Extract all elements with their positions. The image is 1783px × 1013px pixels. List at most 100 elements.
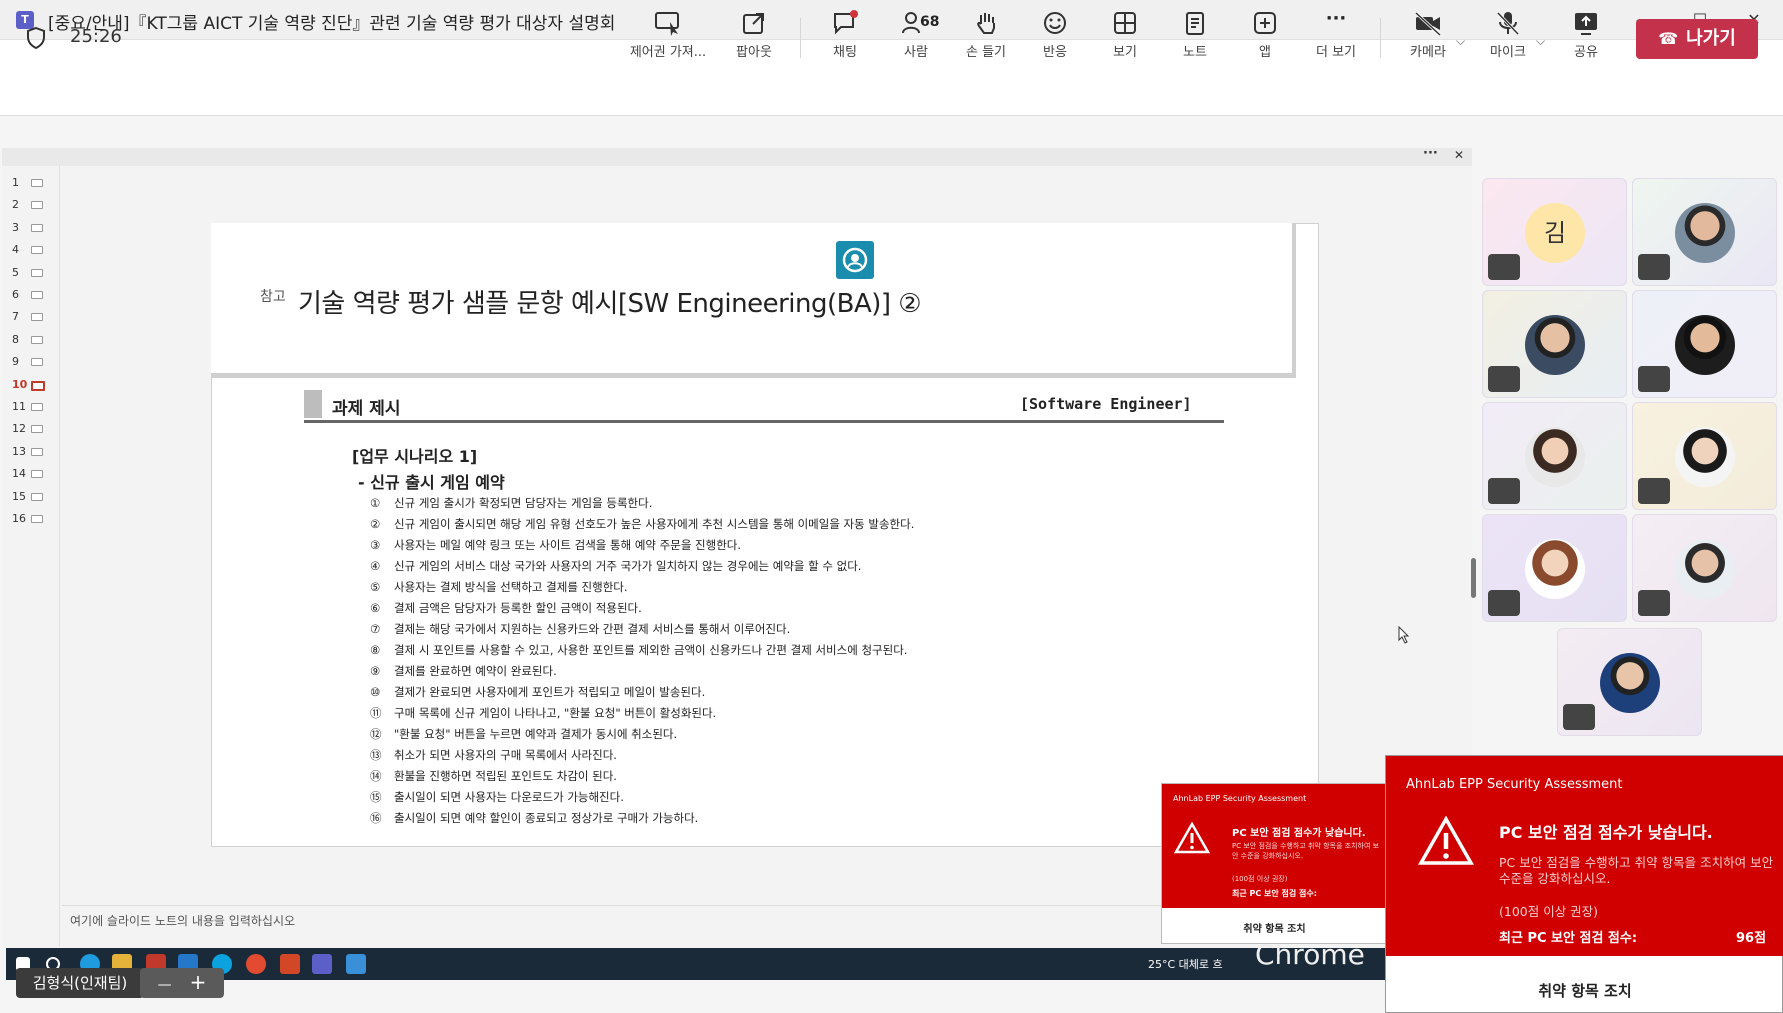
powerpoint-icon <box>280 954 300 974</box>
mic-button[interactable]: 마이크 <box>1482 10 1534 70</box>
people-button[interactable]: 68 사람 <box>886 10 946 70</box>
assessment-logo-icon <box>836 241 874 279</box>
share-button[interactable]: 공유 <box>1566 10 1606 70</box>
step-text: 결제는 해당 국가에서 지원하는 신용카드와 간편 결제 서비스를 통해서 이루… <box>394 622 791 636</box>
popout-label: 팝아웃 <box>736 45 772 60</box>
slide-thumbnail[interactable] <box>31 515 43 523</box>
slide-thumbnail[interactable] <box>31 291 43 299</box>
mic-off-icon <box>1496 11 1520 36</box>
scenario-step: ⑤ 사용자는 결제 방식을 선택하고 결제를 진행한다. <box>370 579 1270 600</box>
warning-icon <box>1418 816 1474 865</box>
ahnlab-alert-small: AhnLab EPP Security Assessment PC 보안 점검 … <box>1161 783 1387 944</box>
participant-tile[interactable] <box>1632 402 1777 510</box>
stage-scrollbar-thumb[interactable] <box>1471 558 1476 598</box>
mic-label: 마이크 <box>1490 45 1526 60</box>
slide-thumb-number[interactable]: 9 <box>12 355 19 368</box>
view-button[interactable]: 보기 <box>1100 10 1150 70</box>
zoom-in-button[interactable]: + <box>190 970 207 994</box>
participant-tile[interactable] <box>1632 290 1777 398</box>
zoom-out-button[interactable]: — <box>158 977 172 993</box>
slide-thumb-number[interactable]: 4 <box>12 243 19 256</box>
slide-thumbnail[interactable] <box>31 358 43 367</box>
step-number: ⑭ <box>370 769 382 783</box>
slide-thumbnail[interactable] <box>31 425 43 434</box>
slide-thumb-number[interactable]: 5 <box>12 266 19 279</box>
popout-button[interactable]: 팝아웃 <box>726 10 782 70</box>
participant-tile[interactable] <box>1482 514 1627 622</box>
camera-chevron-down-icon[interactable]: ⌵ <box>1456 34 1465 49</box>
slide-thumbnail[interactable] <box>31 403 43 411</box>
slide-thumb-number[interactable]: 7 <box>12 310 19 323</box>
step-text: 결제가 완료되면 사용자에게 포인트가 적립되고 메일이 발송된다. <box>394 685 706 699</box>
slide-thumbnail[interactable] <box>31 335 43 344</box>
toolbar-divider <box>800 18 801 58</box>
notes-button[interactable]: 노트 <box>1170 10 1220 70</box>
chrome-icon <box>246 954 266 974</box>
slide-thumbnail[interactable] <box>31 201 43 210</box>
participant-tile[interactable]: 김 <box>1482 178 1627 286</box>
slide-thumb-number[interactable]: 1 <box>12 176 19 189</box>
stage-more-button[interactable]: ··· <box>1423 146 1438 161</box>
slide-thumbnail[interactable] <box>31 313 43 322</box>
slide-thumbnail[interactable] <box>31 246 43 255</box>
slide-thumbnail[interactable] <box>31 268 43 277</box>
desktop-app-icon <box>346 954 366 974</box>
fix-vulnerabilities-button[interactable]: 취약 항목 조치 <box>1162 920 1387 935</box>
react-button[interactable]: 반응 <box>1030 10 1080 70</box>
fix-vulnerabilities-button[interactable]: 취약 항목 조치 <box>1386 980 1783 1001</box>
step-text: 구매 목록에 신규 게임이 나타나고, "환불 요청" 버튼이 활성화된다. <box>394 706 717 720</box>
scenario-step: ⑫ "환불 요청" 버튼을 누르면 예약과 결제가 동시에 취소된다. <box>370 726 1270 747</box>
slide-thumb-number[interactable]: 2 <box>12 198 19 211</box>
alert-recommend: (100점 이상 권장) <box>1499 904 1599 919</box>
participant-tile[interactable] <box>1482 402 1627 510</box>
slide-thumbnail[interactable] <box>31 380 45 391</box>
slide-thumb-number[interactable]: 3 <box>12 221 19 234</box>
hangup-icon: ☎ <box>1658 29 1679 48</box>
slide-thumbnail[interactable] <box>31 223 43 232</box>
mic-chevron-down-icon[interactable]: ⌵ <box>1536 34 1545 49</box>
muted-mic-icon <box>1488 366 1520 392</box>
slide-thumb-number[interactable]: 8 <box>12 333 19 346</box>
slide-thumbnail[interactable] <box>31 447 43 456</box>
more-button[interactable]: ··· 더 보기 <box>1306 10 1366 70</box>
step-text: 신규 게임의 서비스 대상 국가와 사용자의 거주 국가가 일치하지 않는 경우… <box>394 559 862 573</box>
step-text: 사용자는 결제 방식을 선택하고 결제를 진행한다. <box>394 580 628 594</box>
camera-off-icon <box>1414 11 1442 36</box>
chat-icon <box>834 10 858 35</box>
slide-thumb-number[interactable]: 6 <box>12 288 19 301</box>
leave-button[interactable]: ☎ 나가기 <box>1636 19 1758 59</box>
task-divider <box>304 420 1224 423</box>
slide-notes-placeholder[interactable]: 여기에 슬라이드 노트의 내용을 입력하십시오 <box>70 912 295 929</box>
slide-thumb-number[interactable]: 15 <box>12 490 26 503</box>
scenario-step: ① 신규 게임 출시가 확정되면 담당자는 게임을 등록한다. <box>370 495 1270 516</box>
participant-tile[interactable] <box>1557 628 1702 736</box>
raise-hand-button[interactable]: 손 들기 <box>958 10 1014 70</box>
scenario-step: ⑪ 구매 목록에 신규 게임이 나타나고, "환불 요청" 버튼이 활성화된다. <box>370 705 1270 726</box>
muted-mic-icon <box>1638 366 1670 392</box>
camera-button[interactable]: 카메라 <box>1400 10 1456 70</box>
slide-thumb-number[interactable]: 16 <box>12 512 26 525</box>
slide-thumb-number[interactable]: 11 <box>12 400 26 413</box>
slide-thumbnail[interactable] <box>31 492 43 501</box>
slide-thumb-number[interactable]: 12 <box>12 422 26 435</box>
alert-recommend: (100점 이상 권장) <box>1232 875 1288 883</box>
participant-tile[interactable] <box>1482 290 1627 398</box>
slide-thumb-number[interactable]: 13 <box>12 445 26 458</box>
step-text: 결제를 완료하면 예약이 완료된다. <box>394 664 557 678</box>
participant-tile[interactable] <box>1632 178 1777 286</box>
slide-thumbnail[interactable] <box>31 179 43 187</box>
slide-thumb-number[interactable]: 14 <box>12 467 26 480</box>
apps-button[interactable]: 앱 <box>1240 10 1290 70</box>
slide-thumbnail[interactable] <box>31 470 43 479</box>
share-icon <box>1575 13 1597 35</box>
slide-thumb-number[interactable]: 10 <box>12 378 27 391</box>
popout-icon <box>743 13 764 34</box>
scenario-step: ② 신규 게임이 출시되면 해당 게임 유형 선호도가 높은 사용자에게 추천 시… <box>370 516 1270 537</box>
participant-tile[interactable] <box>1632 514 1777 622</box>
shield-icon[interactable] <box>26 26 46 50</box>
step-number: ⑯ <box>370 811 382 825</box>
muted-mic-icon <box>1488 478 1520 504</box>
chat-button[interactable]: 채팅 <box>820 10 870 70</box>
stage-close-button[interactable]: ✕ <box>1454 148 1464 162</box>
take-control-button[interactable]: 제어권 가져... <box>620 10 716 70</box>
